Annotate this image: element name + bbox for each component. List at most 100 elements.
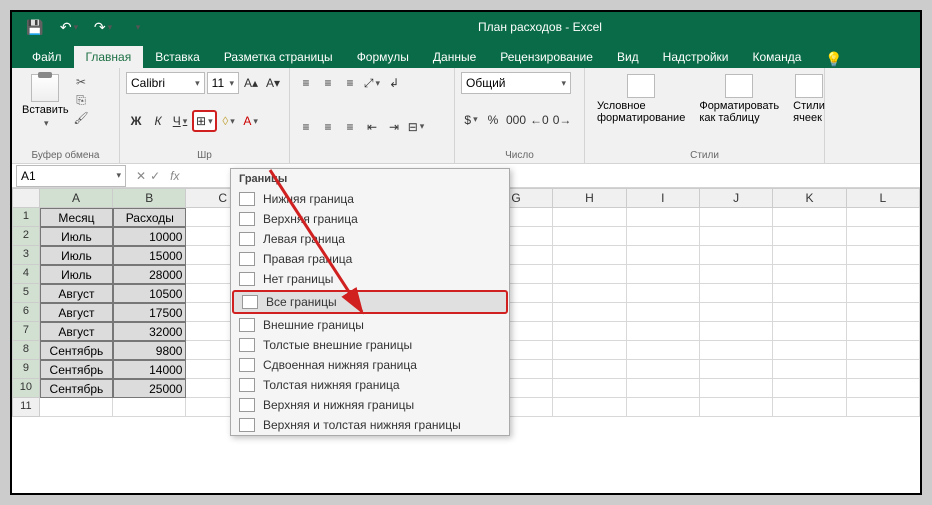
align-bot-icon[interactable]: ≡ <box>340 72 360 94</box>
cell[interactable] <box>553 322 626 341</box>
comma-icon[interactable]: 000 <box>505 109 527 131</box>
currency-icon[interactable]: $▾ <box>461 109 481 131</box>
tab-formulas[interactable]: Формулы <box>345 46 421 68</box>
cell[interactable] <box>700 398 773 417</box>
format-table-button[interactable]: Форматировать как таблицу <box>693 72 785 126</box>
fill-color-icon[interactable]: ◊▾ <box>219 110 239 132</box>
cell-styles-button[interactable]: Стили ячеек <box>787 72 831 126</box>
italic-button[interactable]: К <box>148 110 168 132</box>
cell[interactable] <box>700 208 773 227</box>
col-header[interactable]: B <box>113 188 186 208</box>
cond-format-button[interactable]: Условное форматирование <box>591 72 691 126</box>
border-option[interactable]: Верхняя граница <box>231 209 509 229</box>
tab-layout[interactable]: Разметка страницы <box>212 46 345 68</box>
bold-button[interactable]: Ж <box>126 110 146 132</box>
cell[interactable] <box>40 398 113 417</box>
cell[interactable]: 9800 <box>113 341 186 360</box>
cell[interactable] <box>113 398 186 417</box>
paste-button[interactable]: Вставить ▾ <box>18 72 73 131</box>
cell[interactable] <box>700 227 773 246</box>
name-box[interactable]: A1▾ <box>16 165 126 187</box>
align-mid-icon[interactable]: ≡ <box>318 72 338 94</box>
cell[interactable] <box>773 246 846 265</box>
cell[interactable] <box>847 360 920 379</box>
cell[interactable] <box>773 341 846 360</box>
col-header[interactable]: A <box>40 188 113 208</box>
cell[interactable] <box>700 379 773 398</box>
copy-icon[interactable]: ⎘ <box>72 92 90 108</box>
shrink-font-icon[interactable]: A▾ <box>263 72 283 94</box>
row-header[interactable]: 2 <box>12 227 40 246</box>
underline-button[interactable]: Ч▾ <box>170 110 190 132</box>
percent-icon[interactable]: % <box>483 109 503 131</box>
border-option[interactable]: Сдвоенная нижняя граница <box>231 355 509 375</box>
tab-data[interactable]: Данные <box>421 46 488 68</box>
cell[interactable] <box>553 246 626 265</box>
cell[interactable] <box>847 246 920 265</box>
border-option[interactable]: Правая граница <box>231 249 509 269</box>
cell[interactable] <box>773 227 846 246</box>
cell[interactable] <box>627 208 700 227</box>
border-option[interactable]: Верхняя и нижняя границы <box>231 395 509 415</box>
cell[interactable] <box>700 265 773 284</box>
cell[interactable] <box>627 322 700 341</box>
row-header[interactable]: 9 <box>12 360 40 379</box>
cell[interactable] <box>847 284 920 303</box>
cell[interactable] <box>847 265 920 284</box>
align-top-icon[interactable]: ≡ <box>296 72 316 94</box>
redo-icon[interactable]: ↷▾ <box>90 14 116 40</box>
indent-inc-icon[interactable]: ⇥ <box>384 116 404 138</box>
qat-custom-icon[interactable]: ▾ <box>124 14 150 40</box>
col-header[interactable]: H <box>553 188 626 208</box>
cell[interactable]: 25000 <box>113 379 186 398</box>
cell[interactable] <box>847 303 920 322</box>
cell[interactable]: Сентябрь <box>40 341 113 360</box>
inc-decimal-icon[interactable]: ←0 <box>529 109 550 131</box>
row-header[interactable]: 7 <box>12 322 40 341</box>
number-format-combo[interactable]: Общий▾ <box>461 72 571 94</box>
dec-decimal-icon[interactable]: 0→ <box>552 109 573 131</box>
cell[interactable]: Август <box>40 284 113 303</box>
cell[interactable]: Август <box>40 322 113 341</box>
cell[interactable] <box>700 246 773 265</box>
tab-view[interactable]: Вид <box>605 46 651 68</box>
cell[interactable] <box>553 341 626 360</box>
tab-addins[interactable]: Надстройки <box>651 46 741 68</box>
cell[interactable] <box>553 303 626 322</box>
cell[interactable]: Сентябрь <box>40 360 113 379</box>
cell[interactable]: Сентябрь <box>40 379 113 398</box>
tab-team[interactable]: Команда <box>741 46 814 68</box>
cell[interactable]: Месяц <box>40 208 113 227</box>
cell[interactable]: 15000 <box>113 246 186 265</box>
cell[interactable]: 10000 <box>113 227 186 246</box>
col-header[interactable]: J <box>700 188 773 208</box>
border-option[interactable]: Верхняя и толстая нижняя границы <box>231 415 509 435</box>
cell[interactable] <box>553 379 626 398</box>
font-color-icon[interactable]: A▾ <box>241 110 261 132</box>
cell[interactable] <box>553 265 626 284</box>
cell[interactable] <box>773 360 846 379</box>
border-option[interactable]: Все границы <box>232 290 508 314</box>
orientation-icon[interactable]: ⤢▾ <box>362 72 382 94</box>
row-header[interactable]: 1 <box>12 208 40 227</box>
cell[interactable]: 10500 <box>113 284 186 303</box>
wrap-text-icon[interactable]: ↲ <box>384 72 404 94</box>
tell-me-icon[interactable]: 💡 <box>825 51 842 68</box>
cell[interactable] <box>773 379 846 398</box>
tab-file[interactable]: Файл <box>20 46 74 68</box>
col-header[interactable]: K <box>773 188 846 208</box>
cell[interactable]: Август <box>40 303 113 322</box>
cell[interactable] <box>700 360 773 379</box>
row-header[interactable]: 11 <box>12 398 40 417</box>
cell[interactable] <box>553 398 626 417</box>
border-option[interactable]: Внешние границы <box>231 315 509 335</box>
border-option[interactable]: Нет границы <box>231 269 509 289</box>
font-size-combo[interactable]: 11▾ <box>207 72 239 94</box>
tab-home[interactable]: Главная <box>74 46 144 68</box>
enter-icon[interactable]: ✓ <box>150 169 160 183</box>
indent-dec-icon[interactable]: ⇤ <box>362 116 382 138</box>
tab-review[interactable]: Рецензирование <box>488 46 605 68</box>
cell[interactable] <box>627 227 700 246</box>
cell[interactable] <box>773 322 846 341</box>
cancel-icon[interactable]: ✕ <box>136 169 146 183</box>
